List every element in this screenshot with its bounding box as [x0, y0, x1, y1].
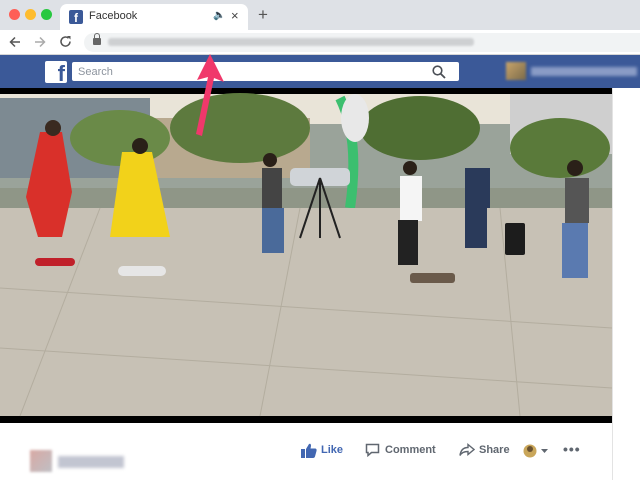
share-arrow-icon: [459, 443, 475, 456]
like-label: Like: [321, 444, 344, 456]
facebook-logo-icon[interactable]: f: [45, 61, 67, 83]
comment-label: Comment: [385, 444, 436, 456]
new-tab-button[interactable]: +: [258, 5, 268, 25]
author-avatar[interactable]: [30, 450, 52, 472]
search-icon[interactable]: [432, 65, 446, 79]
more-options-button[interactable]: •••: [563, 441, 581, 457]
profile-name-redacted[interactable]: [531, 67, 637, 76]
close-window-button[interactable]: [9, 9, 20, 20]
reaction-icon: [523, 444, 548, 458]
share-label: Share: [479, 444, 510, 456]
zoom-window-button[interactable]: [41, 9, 52, 20]
address-bar[interactable]: [84, 33, 640, 52]
browser-tab-facebook[interactable]: f Facebook 🔈 ×: [60, 4, 248, 30]
browser-tab-strip: f Facebook 🔈 × +: [0, 0, 640, 30]
reload-icon[interactable]: [59, 35, 72, 48]
video-frame: [0, 93, 612, 417]
tab-title: Facebook: [89, 10, 138, 22]
right-sidebar: [612, 88, 640, 480]
search-input[interactable]: [78, 64, 418, 79]
reaction-selector-button[interactable]: [522, 443, 550, 459]
minimize-window-button[interactable]: [25, 9, 36, 20]
url-text-redacted: [108, 38, 474, 46]
browser-toolbar: [0, 30, 640, 55]
video-player[interactable]: [0, 88, 612, 423]
tab-close-icon[interactable]: ×: [231, 8, 239, 23]
comment-bubble-icon: [365, 443, 380, 457]
facebook-favicon-icon: f: [69, 10, 83, 24]
like-thumb-icon: [301, 443, 317, 458]
tab-audio-icon[interactable]: 🔈: [213, 10, 225, 21]
back-arrow-icon[interactable]: [9, 36, 21, 48]
lock-icon: [93, 33, 101, 45]
profile-avatar[interactable]: [506, 62, 526, 80]
forward-arrow-icon[interactable]: [34, 36, 46, 48]
search-box[interactable]: [72, 62, 459, 81]
annotation-arrow: [196, 54, 224, 136]
author-name-redacted[interactable]: [58, 456, 124, 468]
